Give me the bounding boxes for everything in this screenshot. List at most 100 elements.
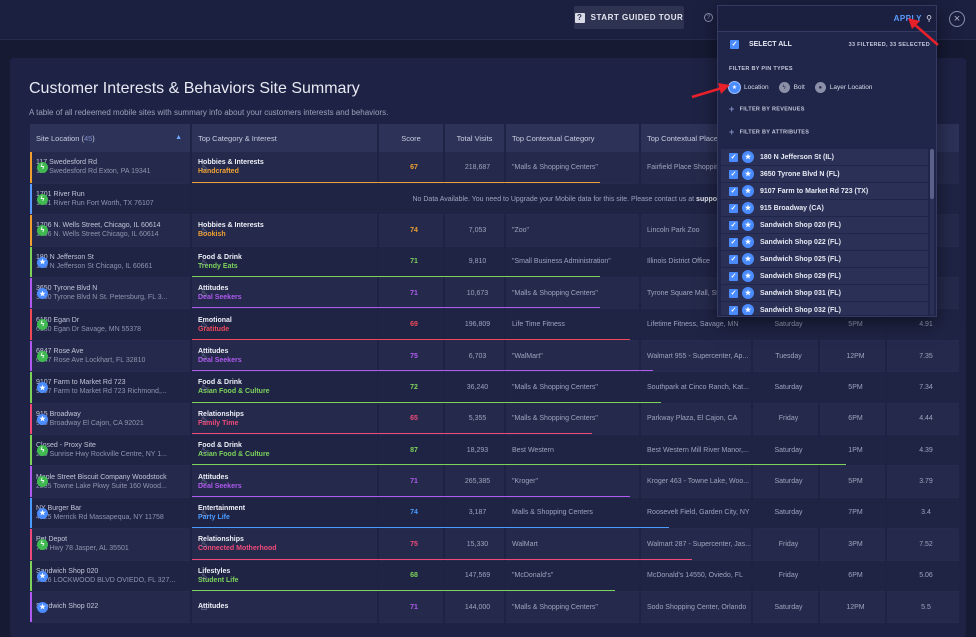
site-cell[interactable]: ★ NY Burger Bar 4225 Merrick Rd Massapeq…: [30, 497, 192, 530]
contextual-category-value: "Malls & Shopping Centers": [505, 277, 641, 310]
table-row[interactable]: ϟ Maple Street Biscuit Company Woodstock…: [30, 465, 961, 498]
avg-value: 4.44: [886, 403, 961, 436]
interest-name: Party Life: [198, 513, 230, 521]
select-all-row[interactable]: ✓ SELECT ALL 33 FILTERED, 33 SELECTED: [730, 40, 930, 49]
site-cell[interactable]: ★ 9107 Farm to Market Rd 723 9107 Farm t…: [30, 371, 192, 404]
site-color-bar: [30, 309, 32, 340]
location-checkbox[interactable]: ✓: [729, 237, 738, 247]
site-name: 9107 Farm to Market Rd 723: [36, 379, 126, 387]
location-checkbox[interactable]: ✓: [729, 288, 738, 298]
site-cell[interactable]: ϟ Maple Street Biscuit Company Woodstock…: [30, 465, 192, 498]
site-cell[interactable]: ϟ 6150 Egan Dr 6150 Egan Dr Savage, MN 5…: [30, 308, 192, 341]
time-value: 7PM: [819, 497, 887, 530]
location-list-item[interactable]: ✓ ★ Sandwich Shop 025 (FL): [721, 251, 928, 268]
table-row[interactable]: ★ Sandwich Shop 020 1016 LOCKWOOD BLVD O…: [30, 560, 961, 592]
table-row[interactable]: ϟ Closed - Proxy Site 210 Sunrise Hwy Ro…: [30, 434, 961, 467]
contextual-category-value: Best Western: [505, 434, 641, 467]
day-value: Saturday: [752, 465, 820, 498]
avg-value: 5.06: [886, 560, 961, 592]
location-checkbox[interactable]: ✓: [729, 254, 738, 264]
location-label: 3650 Tyrone Blvd N (FL): [760, 170, 840, 178]
flame-icon: ♨: [200, 162, 209, 172]
pin-location-label[interactable]: Location: [744, 84, 769, 91]
location-list-item[interactable]: ✓ ★ 3650 Tyrone Blvd N (FL): [721, 166, 928, 183]
category-name: Attitudes: [198, 285, 229, 293]
contextual-place-value: Sodo Shopping Center, Orlando: [640, 591, 753, 624]
total-visits-value: 9,810: [444, 246, 506, 279]
pin-layer-label[interactable]: Layer Location: [830, 84, 873, 91]
apply-button[interactable]: APPLY: [894, 14, 922, 23]
site-cell[interactable]: ★ 3650 Tyrone Blvd N 3650 Tyrone Blvd N …: [30, 277, 192, 310]
start-guided-tour-button[interactable]: ? START GUIDED TOUR: [574, 6, 684, 29]
site-cell[interactable]: ϟ Pet Depot 714 Hwy 78 Jasper, AL 35501: [30, 528, 192, 561]
star-icon: ★: [37, 507, 48, 519]
flame-icon: ♨: [200, 507, 209, 518]
location-list-item[interactable]: ✓ ★ Sandwich Shop 020 (FL): [721, 217, 928, 234]
table-row[interactable]: ★ Sandwich Shop 022 ♨ Attitudes 71 144,0…: [30, 591, 961, 624]
site-color-bar: [30, 403, 32, 434]
flame-icon: ♨: [200, 382, 209, 393]
site-cell[interactable]: ★ 180 N Jefferson St 180 N Jefferson St …: [30, 246, 192, 279]
bolt-pin-icon[interactable]: ϟ: [778, 82, 790, 93]
table-row[interactable]: ★ NY Burger Bar 4225 Merrick Rd Massapeq…: [30, 497, 961, 530]
category-cell: ♨ Food & Drink Asian Food & Culture: [191, 434, 846, 467]
location-checkbox[interactable]: ✓: [729, 169, 738, 179]
site-address: 6847 Rose Ave Lockhart, FL 32810: [36, 357, 146, 365]
site-cell[interactable]: ϟ 117 Swedesford Rd 117 Swedesford Rd Ex…: [30, 152, 192, 184]
location-list-item[interactable]: ✓ ★ 915 Broadway (CA): [721, 200, 928, 217]
location-checkbox[interactable]: ✓: [729, 186, 738, 196]
sort-asc-icon[interactable]: ▲: [175, 134, 182, 141]
location-checkbox[interactable]: ✓: [729, 220, 738, 230]
bolt-icon: ϟ: [37, 445, 48, 457]
location-list-item[interactable]: ✓ ★ Sandwich Shop 032 (FL): [721, 302, 928, 315]
scrollbar-thumb[interactable]: [930, 149, 934, 199]
location-checkbox[interactable]: ✓: [729, 152, 738, 162]
col-score[interactable]: Score: [378, 124, 445, 152]
location-checkbox[interactable]: ✓: [729, 203, 738, 213]
location-list-item[interactable]: ✓ ★ Sandwich Shop 022 (FL): [721, 234, 928, 251]
site-cell[interactable]: ★ Sandwich Shop 020 1016 LOCKWOOD BLVD O…: [30, 560, 192, 592]
site-cell[interactable]: ϟ 1706 N. Wells Street, Chicago, IL 6061…: [30, 214, 192, 247]
table-row[interactable]: ϟ Pet Depot 714 Hwy 78 Jasper, AL 35501 …: [30, 528, 961, 561]
star-icon: ★: [742, 202, 754, 214]
location-list-item[interactable]: ✓ ★ 180 N Jefferson St (IL): [721, 149, 928, 166]
layer-pin-icon[interactable]: ●: [814, 82, 826, 93]
pin-bolt-label[interactable]: Bolt: [794, 84, 805, 91]
site-color-bar: [30, 529, 32, 560]
location-list-item[interactable]: ✓ ★ Sandwich Shop 029 (FL): [721, 268, 928, 285]
filter-search-bar[interactable]: APPLY ⚲: [718, 6, 936, 32]
filter-attributes-toggle[interactable]: + FILTER BY ATTRIBUTES: [729, 127, 809, 137]
location-pin-icon[interactable]: ★: [729, 82, 740, 93]
col-top-category[interactable]: Top Category & Interest: [191, 124, 379, 152]
site-color-bar: [30, 591, 32, 622]
site-name: Maple Street Biscuit Company Woodstock: [36, 473, 167, 481]
col-top-contextual-category[interactable]: Top Contextual Category: [505, 124, 641, 152]
flame-icon: ♨: [200, 476, 209, 487]
flame-icon: ♨: [200, 256, 209, 267]
col-total-visits[interactable]: Total Visits: [444, 124, 506, 152]
score-progress-bar: [192, 433, 592, 435]
table-row[interactable]: ϟ 6847 Rose Ave 6847 Rose Ave Lockhart, …: [30, 340, 961, 373]
filter-revenues-toggle[interactable]: + FILTER BY REVENUES: [729, 104, 805, 114]
site-cell[interactable]: ϟ Closed - Proxy Site 210 Sunrise Hwy Ro…: [30, 434, 192, 467]
col-site-location[interactable]: Site Location (45) ▲: [30, 124, 192, 152]
location-list-item[interactable]: ✓ ★ 9107 Farm to Market Rd 723 (TX): [721, 183, 928, 200]
help-icon[interactable]: ?: [704, 13, 713, 22]
site-cell[interactable]: ϟ 1701 River Run 1701 River Run Fort Wor…: [30, 183, 192, 216]
score-progress-bar: [192, 370, 653, 372]
score-value: 71: [378, 591, 445, 624]
category-name: Attitudes: [198, 348, 229, 356]
table-row[interactable]: ★ 915 Broadway 915 Broadway El Cajon, CA…: [30, 403, 961, 436]
select-all-checkbox[interactable]: ✓: [730, 40, 739, 49]
site-cell[interactable]: ★ 915 Broadway 915 Broadway El Cajon, CA…: [30, 403, 192, 436]
table-row[interactable]: ★ 9107 Farm to Market Rd 723 9107 Farm t…: [30, 371, 961, 404]
site-cell[interactable]: ϟ 6847 Rose Ave 6847 Rose Ave Lockhart, …: [30, 340, 192, 373]
category-name: Food & Drink: [198, 379, 242, 387]
site-cell[interactable]: ★ Sandwich Shop 022: [30, 591, 192, 624]
location-checkbox[interactable]: ✓: [729, 271, 738, 281]
search-icon[interactable]: ⚲: [926, 14, 932, 23]
location-checkbox[interactable]: ✓: [729, 305, 738, 315]
contextual-place-value: Walmart 287 - Supercenter, Jas...: [640, 528, 753, 561]
location-list-item[interactable]: ✓ ★ Sandwich Shop 031 (FL): [721, 285, 928, 302]
close-icon[interactable]: ×: [949, 11, 965, 27]
